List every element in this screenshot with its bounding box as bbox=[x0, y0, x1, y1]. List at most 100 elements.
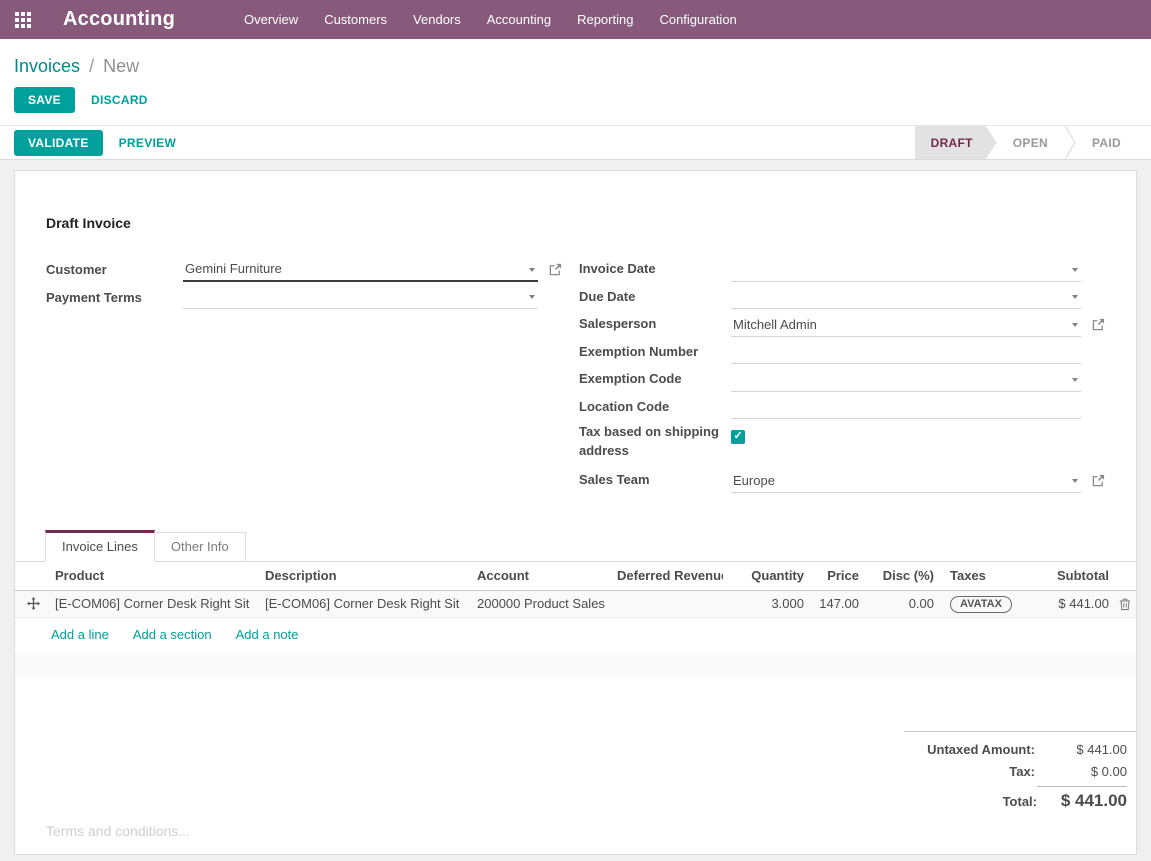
menu-vendors[interactable]: Vendors bbox=[400, 0, 474, 39]
sales-team-input[interactable] bbox=[731, 473, 1081, 488]
sales-team-widget bbox=[731, 469, 1081, 493]
add-a-section-link[interactable]: Add a section bbox=[133, 627, 212, 642]
menu-accounting[interactable]: Accounting bbox=[474, 0, 564, 39]
invoice-sheet: Draft Invoice Customer Payment Terms bbox=[14, 170, 1137, 855]
col-subtotal[interactable]: Subtotal bbox=[1033, 568, 1113, 583]
cell-taxes[interactable]: AVATAX bbox=[938, 595, 1033, 613]
payment-terms-dropdown-caret-icon[interactable] bbox=[529, 295, 535, 299]
tax-row: Tax: $ 0.00 bbox=[904, 764, 1127, 779]
form-view: Draft Invoice Customer Payment Terms bbox=[0, 160, 1151, 861]
exemption-number-input[interactable] bbox=[731, 344, 1081, 359]
salesperson-label: Salesperson bbox=[579, 315, 731, 334]
col-taxes[interactable]: Taxes bbox=[938, 568, 1033, 583]
invoice-form: Customer Payment Terms bbox=[46, 256, 1105, 495]
cell-product[interactable]: [E-COM06] Corner Desk Right Sit bbox=[51, 596, 261, 611]
due-date-caret-icon[interactable] bbox=[1072, 295, 1078, 299]
location-code-input[interactable] bbox=[731, 399, 1081, 414]
apps-grid-icon[interactable] bbox=[15, 12, 31, 28]
status-draft[interactable]: DRAFT bbox=[915, 126, 997, 159]
field-payment-terms: Payment Terms bbox=[46, 284, 562, 312]
col-description[interactable]: Description bbox=[261, 568, 473, 583]
breadcrumb-current: New bbox=[103, 56, 139, 76]
tab-other-info[interactable]: Other Info bbox=[155, 532, 246, 561]
save-button[interactable]: SAVE bbox=[14, 87, 75, 113]
due-date-widget bbox=[731, 285, 1081, 309]
tax-shipping-checkbox[interactable] bbox=[731, 430, 745, 444]
exemption-number-widget bbox=[731, 340, 1081, 364]
col-product[interactable]: Product bbox=[51, 568, 261, 583]
col-account[interactable]: Account bbox=[473, 568, 613, 583]
tax-badge[interactable]: AVATAX bbox=[950, 596, 1012, 613]
empty-table-stripe bbox=[15, 653, 1136, 677]
status-open[interactable]: OPEN bbox=[997, 126, 1064, 159]
breadcrumb: Invoices / New bbox=[14, 56, 1137, 77]
notebook: Invoice Lines Other Info Product Descrip… bbox=[15, 532, 1136, 677]
customer-external-link-icon[interactable] bbox=[549, 263, 562, 276]
invoice-date-label: Invoice Date bbox=[579, 260, 731, 279]
breadcrumb-bar: Invoices / New bbox=[0, 39, 1151, 86]
cell-description[interactable]: [E-COM06] Corner Desk Right Sit bbox=[261, 596, 473, 611]
customer-label: Customer bbox=[46, 262, 183, 277]
exemption-number-label: Exemption Number bbox=[579, 343, 731, 362]
discard-button[interactable]: DISCARD bbox=[81, 88, 158, 112]
field-tax-shipping: Tax based on shipping address bbox=[579, 421, 1105, 467]
delete-line-icon[interactable] bbox=[1119, 597, 1131, 611]
drag-handle-icon[interactable] bbox=[27, 597, 40, 610]
menu-configuration[interactable]: Configuration bbox=[646, 0, 749, 39]
exemption-code-caret-icon[interactable] bbox=[1072, 378, 1078, 382]
payment-terms-widget bbox=[183, 285, 538, 309]
field-exemption-code: Exemption Code bbox=[579, 366, 1105, 394]
menu-customers[interactable]: Customers bbox=[311, 0, 400, 39]
exemption-code-input[interactable] bbox=[731, 372, 1081, 387]
cell-price[interactable]: 147.00 bbox=[808, 596, 863, 611]
customer-input[interactable] bbox=[183, 261, 538, 276]
col-deferred-revenue[interactable]: Deferred Revenue bbox=[613, 568, 723, 583]
tax-shipping-label: Tax based on shipping address bbox=[579, 423, 731, 461]
col-disc[interactable]: Disc (%) bbox=[863, 568, 938, 583]
untaxed-amount-value: $ 441.00 bbox=[1035, 742, 1127, 757]
tab-bar: Invoice Lines Other Info bbox=[15, 532, 1136, 562]
sales-team-dropdown-caret-icon[interactable] bbox=[1072, 479, 1078, 483]
terms-and-conditions-input[interactable] bbox=[46, 823, 1105, 847]
cell-disc[interactable]: 0.00 bbox=[863, 596, 938, 611]
cell-quantity[interactable]: 3.000 bbox=[723, 596, 808, 611]
terms-area bbox=[46, 823, 1105, 850]
menu-overview[interactable]: Overview bbox=[231, 0, 311, 39]
col-quantity[interactable]: Quantity bbox=[723, 568, 808, 583]
exemption-code-label: Exemption Code bbox=[579, 370, 731, 389]
invoice-date-input[interactable] bbox=[731, 262, 1081, 277]
breadcrumb-invoices-link[interactable]: Invoices bbox=[14, 56, 80, 76]
chevron-separator-icon bbox=[1064, 126, 1076, 159]
field-salesperson: Salesperson bbox=[579, 311, 1105, 339]
salesperson-dropdown-caret-icon[interactable] bbox=[1072, 323, 1078, 327]
add-a-note-link[interactable]: Add a note bbox=[236, 627, 299, 642]
tab-invoice-lines[interactable]: Invoice Lines bbox=[45, 530, 155, 562]
col-price[interactable]: Price bbox=[808, 568, 863, 583]
salesperson-input[interactable] bbox=[731, 317, 1081, 332]
preview-button[interactable]: PREVIEW bbox=[109, 131, 186, 155]
payment-terms-label: Payment Terms bbox=[46, 290, 183, 305]
main-menu: Overview Customers Vendors Accounting Re… bbox=[231, 0, 750, 39]
record-actions-row: SAVE DISCARD bbox=[0, 86, 1151, 125]
salesperson-widget bbox=[731, 313, 1081, 337]
cell-account[interactable]: 200000 Product Sales bbox=[473, 596, 613, 611]
sales-team-external-link-icon[interactable] bbox=[1092, 474, 1105, 487]
validate-button[interactable]: VALIDATE bbox=[14, 130, 103, 156]
payment-terms-input[interactable] bbox=[183, 289, 538, 304]
customer-dropdown-caret-icon[interactable] bbox=[529, 268, 535, 272]
sheet-title: Draft Invoice bbox=[46, 215, 1105, 231]
status-paid[interactable]: PAID bbox=[1076, 126, 1137, 159]
invoice-date-caret-icon[interactable] bbox=[1072, 268, 1078, 272]
add-a-line-link[interactable]: Add a line bbox=[51, 627, 109, 642]
status-steps: DRAFT OPEN PAID bbox=[915, 126, 1137, 159]
total-label: Total: bbox=[1003, 794, 1037, 809]
invoice-line-row[interactable]: [E-COM06] Corner Desk Right Sit [E-COM06… bbox=[15, 591, 1136, 618]
menu-reporting[interactable]: Reporting bbox=[564, 0, 646, 39]
field-exemption-number: Exemption Number bbox=[579, 339, 1105, 367]
salesperson-external-link-icon[interactable] bbox=[1092, 318, 1105, 331]
due-date-input[interactable] bbox=[731, 289, 1081, 304]
untaxed-amount-label: Untaxed Amount: bbox=[927, 742, 1035, 757]
location-code-label: Location Code bbox=[579, 398, 731, 417]
app-title[interactable]: Accounting bbox=[63, 8, 175, 31]
form-right-column: Invoice Date Due Date Sale bbox=[579, 256, 1105, 495]
